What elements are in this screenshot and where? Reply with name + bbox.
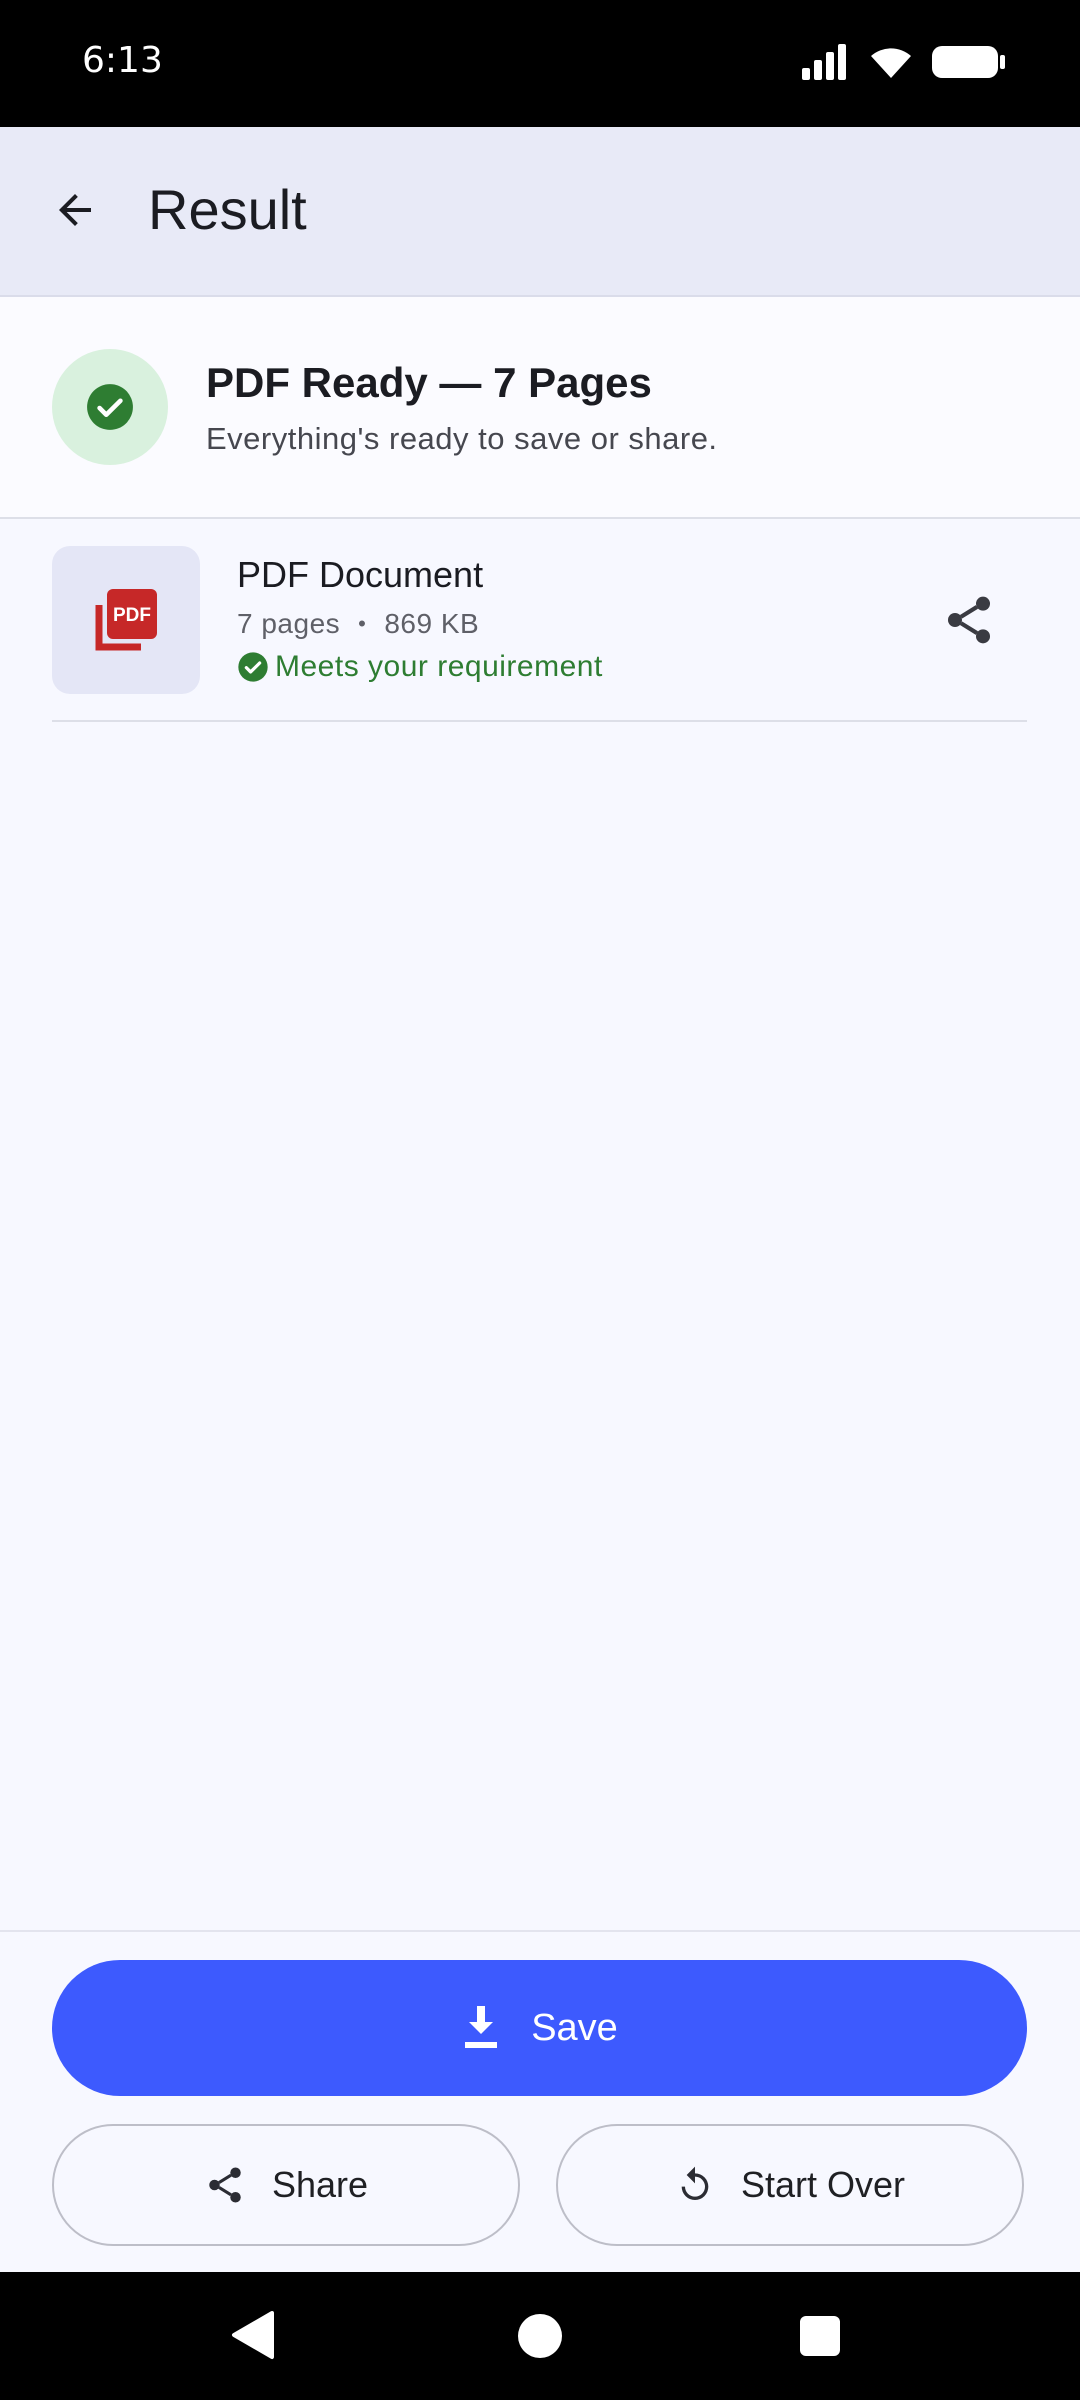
check-circle-icon [238,652,268,682]
save-button[interactable]: Save [52,1960,1027,2096]
file-share-button[interactable] [939,590,999,650]
share-icon [948,596,990,644]
status-bar: 6:13 [0,0,1080,127]
share-icon [209,2167,241,2203]
file-thumbnail: PDF [52,546,200,694]
download-icon [465,2006,498,2048]
ready-subtitle: Everything's ready to save or share. [206,421,718,456]
file-size: 869 KB [384,608,480,639]
restart-icon [681,2166,709,2200]
status-time: 6:13 [82,40,163,81]
requirement-status: Meets your requirement [237,650,603,684]
file-pages: 7 pages [237,608,341,639]
nav-back-icon[interactable] [230,2310,274,2360]
nav-home-icon[interactable] [518,2314,562,2358]
save-label: Save [531,2006,618,2049]
ready-title: PDF Ready — 7 Pages [206,359,652,406]
meta-separator: • [358,611,367,636]
file-meta: 7 pages • 869 KB [237,608,479,640]
app-bar: Result [0,127,1080,297]
arrow-back-icon [59,194,91,226]
share-button[interactable]: Share [52,2124,520,2246]
nav-recents-icon[interactable] [800,2316,840,2356]
signal-icon [802,44,846,80]
file-list-item[interactable]: PDF PDF Document 7 pages • 869 KB Meets … [52,518,1027,722]
page-title: Result [148,178,307,241]
system-nav-bar [0,2272,1080,2400]
status-icons [802,44,1006,80]
start-over-label: Start Over [740,2164,906,2205]
check-circle-icon [87,384,133,430]
ready-status-badge [52,349,168,465]
back-button[interactable] [44,179,106,241]
file-name: PDF Document [237,554,484,595]
share-label: Share [271,2164,369,2205]
pdf-file-icon: PDF [95,589,157,651]
bottom-actions: Save Share Start Over [0,1930,1080,2274]
requirement-label: Meets your requirement [275,650,603,683]
wifi-icon [871,48,911,78]
start-over-button[interactable]: Start Over [556,2124,1024,2246]
ready-banner: PDF Ready — 7 Pages Everything's ready t… [0,297,1080,519]
battery-icon [932,46,1005,78]
pdf-icon-label: PDF [113,605,151,626]
